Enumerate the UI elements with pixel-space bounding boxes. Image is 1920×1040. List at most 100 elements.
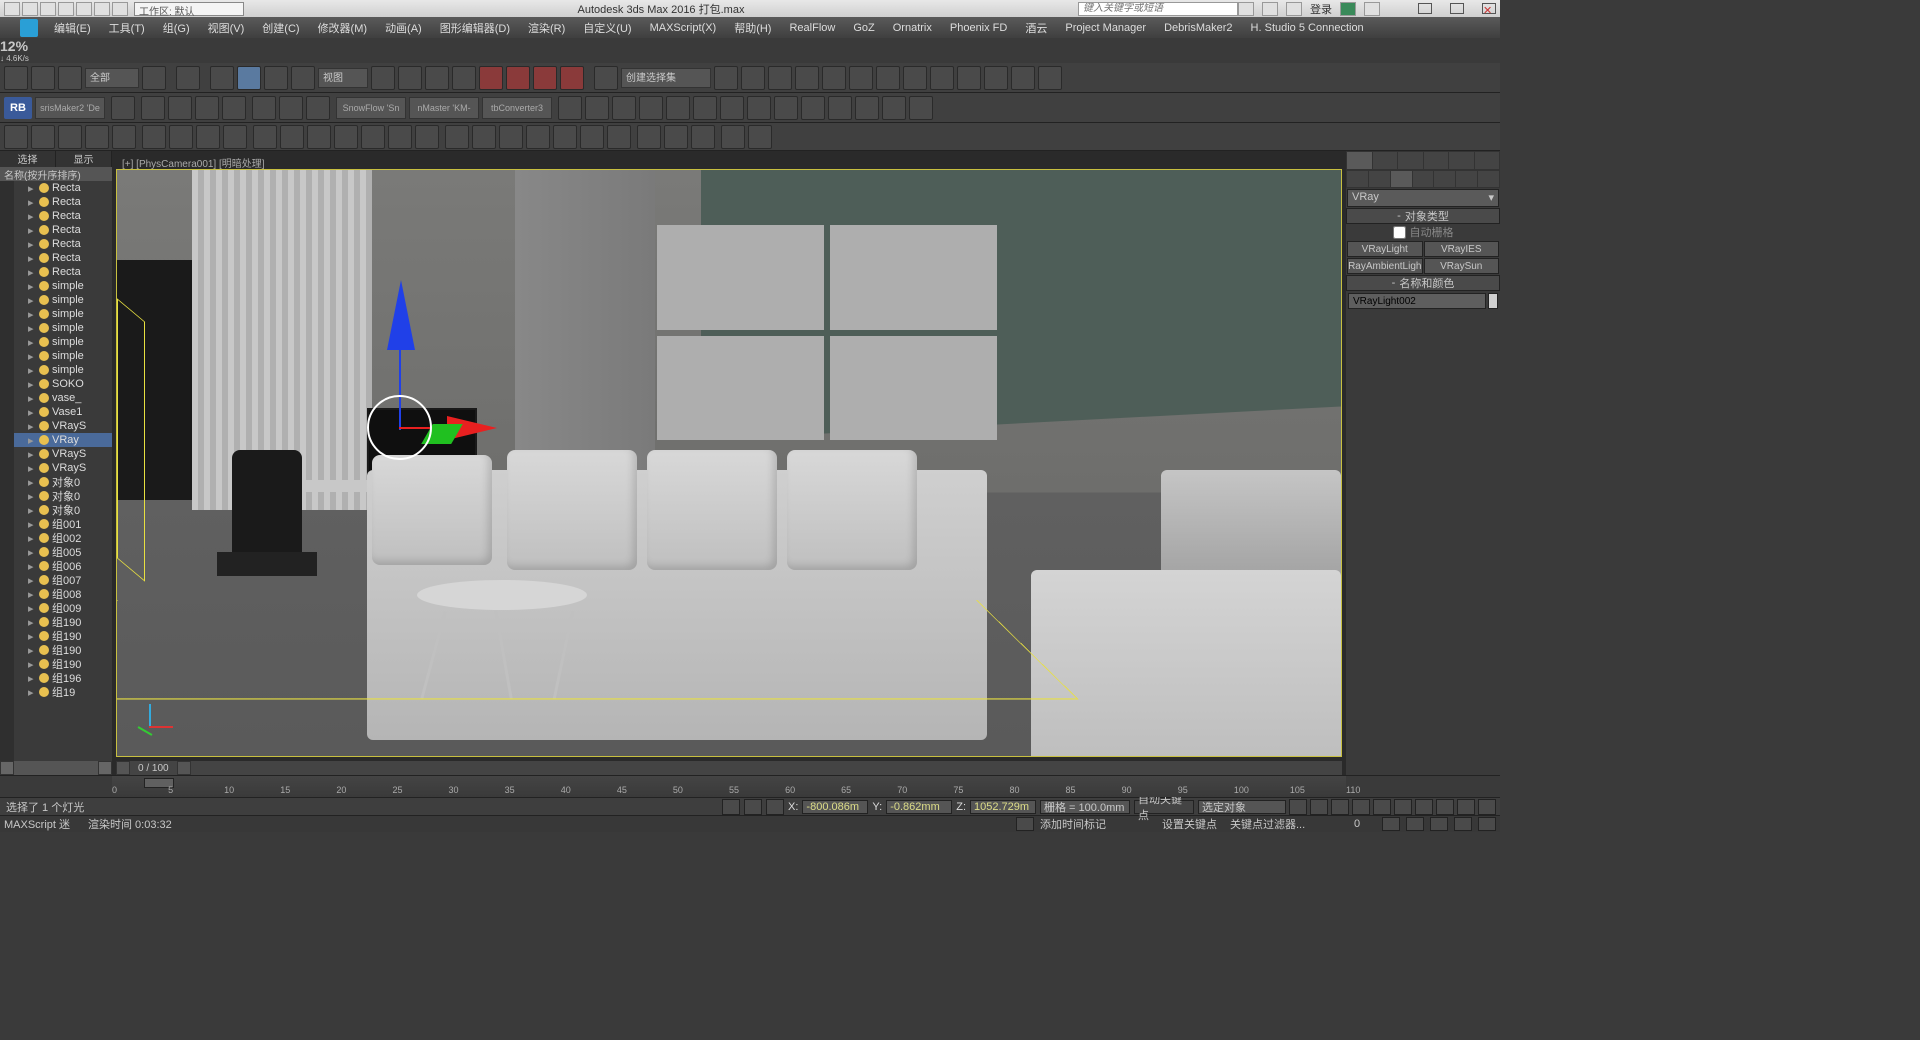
prim-g-icon[interactable] (607, 125, 631, 149)
prim-d-icon[interactable] (526, 125, 550, 149)
qat-save-icon[interactable] (40, 2, 56, 16)
arrow-icon[interactable] (720, 96, 744, 120)
tree-item[interactable]: ▸组190 (14, 629, 112, 643)
tree-item[interactable]: ▸vase_ (14, 391, 112, 405)
plugin-btn-icon[interactable] (111, 96, 135, 120)
timeline-scrollbar[interactable]: 0 / 100 (116, 761, 1342, 775)
prompt-icon[interactable] (1016, 817, 1034, 831)
minimize-icon[interactable] (1418, 3, 1432, 14)
tree-item[interactable]: ▸组005 (14, 545, 112, 559)
isolate-icon[interactable] (744, 799, 762, 815)
gear-icon[interactable] (196, 125, 220, 149)
grid-icon[interactable] (58, 125, 82, 149)
anim-end-icon[interactable] (306, 96, 330, 120)
tree-item[interactable]: ▸组002 (14, 531, 112, 545)
render-preset-icon[interactable] (1038, 66, 1062, 90)
render-region-icon[interactable] (930, 66, 954, 90)
rb-plugin-button[interactable]: RB (4, 97, 32, 119)
percent-snap-icon[interactable] (506, 66, 530, 90)
tab-display[interactable]: 显示 (56, 151, 112, 167)
plugin-label[interactable]: tbConverter3 (482, 97, 552, 119)
tree-item[interactable]: ▸simple (14, 307, 112, 321)
scroll-right-icon[interactable] (98, 761, 112, 775)
eye-icon[interactable] (882, 96, 906, 120)
redo-icon[interactable] (31, 66, 55, 90)
time-next-icon[interactable] (177, 761, 191, 775)
rect-select-icon[interactable] (210, 66, 234, 90)
tree-item[interactable]: ▸simple (14, 279, 112, 293)
tree-item[interactable]: ▸组190 (14, 657, 112, 671)
autogrid-checkbox[interactable] (1393, 226, 1406, 239)
prim-b-icon[interactable] (472, 125, 496, 149)
list-icon[interactable] (666, 96, 690, 120)
menu-realflow[interactable]: RealFlow (781, 20, 843, 36)
menu-maxscript[interactable]: MAXScript(X) (642, 20, 725, 36)
tree-item[interactable]: ▸对象0 (14, 489, 112, 503)
bulb-icon[interactable] (909, 96, 933, 120)
star-icon[interactable] (1262, 2, 1278, 16)
vraysun-button[interactable]: VRaySun (1424, 258, 1500, 274)
named-selection-dropdown[interactable]: 创建选择集 (621, 68, 711, 88)
tree-item[interactable]: ▸对象0 (14, 475, 112, 489)
prim-e-icon[interactable] (553, 125, 577, 149)
play-icon[interactable] (1331, 799, 1349, 815)
next-frame-icon[interactable] (1352, 799, 1370, 815)
menu-studio5[interactable]: H. Studio 5 Connection (1243, 20, 1372, 36)
menu-animation[interactable]: 动画(A) (377, 18, 430, 38)
zoom-all-icon[interactable] (1478, 799, 1496, 815)
current-frame-input[interactable]: 0 (1354, 818, 1376, 830)
geometry-cat-icon[interactable] (1347, 171, 1368, 187)
ring-prim-icon[interactable] (415, 125, 439, 149)
cameras-cat-icon[interactable] (1413, 171, 1434, 187)
link-icon[interactable] (58, 66, 82, 90)
render-iter-icon[interactable] (984, 66, 1008, 90)
qat-undo-icon[interactable] (58, 2, 74, 16)
key-filters-button[interactable]: 关键点过滤器... (1230, 816, 1312, 832)
qat-more-icon[interactable] (112, 2, 128, 16)
plugin-label[interactable]: nMaster 'KM- (409, 97, 479, 119)
fov-icon[interactable] (1457, 799, 1475, 815)
tree-item[interactable]: ▸Recta (14, 251, 112, 265)
hierarchy-tab-icon[interactable] (1398, 152, 1423, 169)
shapes-cat-icon[interactable] (1369, 171, 1390, 187)
menu-customize[interactable]: 自定义(U) (575, 18, 639, 38)
render-icon[interactable] (903, 66, 927, 90)
tree-item[interactable]: ▸VRay (14, 433, 112, 447)
menu-modifiers[interactable]: 修改器(M) (310, 18, 376, 38)
tree-item[interactable]: ▸Recta (14, 209, 112, 223)
particle-prim-icon[interactable] (222, 96, 246, 120)
tree-item[interactable]: ▸组190 (14, 615, 112, 629)
zoom-extents-icon[interactable] (1406, 817, 1424, 831)
gear2-icon[interactable] (223, 125, 247, 149)
qat-redo-icon[interactable] (76, 2, 92, 16)
maxscript-mini-listener[interactable]: MAXScript 迷 (4, 816, 82, 832)
login-link[interactable]: 登录 (1310, 1, 1332, 17)
menu-ornatrix[interactable]: Ornatrix (885, 20, 940, 36)
qat-link-icon[interactable] (94, 2, 110, 16)
viewport[interactable] (116, 169, 1342, 757)
close-icon[interactable]: ✕ (1482, 3, 1496, 14)
z-coord-input[interactable]: 1052.729m (970, 800, 1036, 814)
anim-play-icon[interactable] (252, 96, 276, 120)
time-prev-icon[interactable] (116, 761, 130, 775)
cloth-prim-icon[interactable] (168, 96, 192, 120)
torus-prim-icon[interactable] (307, 125, 331, 149)
info-icon[interactable] (721, 125, 745, 149)
hair-prim-icon[interactable] (195, 96, 219, 120)
play-frame-icon[interactable] (801, 96, 825, 120)
app-logo-icon[interactable] (20, 19, 38, 37)
time-config-icon[interactable] (1382, 817, 1400, 831)
selection-filter-dropdown[interactable]: 全部 (85, 68, 139, 88)
ref-coord-dropdown[interactable]: 视图 (318, 68, 368, 88)
menu-views[interactable]: 视图(V) (200, 18, 253, 38)
coord-display-icon[interactable] (766, 799, 784, 815)
capsule-prim-icon[interactable] (280, 125, 304, 149)
tree-item[interactable]: ▸组009 (14, 601, 112, 615)
x-coord-input[interactable]: -800.086m (802, 800, 868, 814)
mat-c-icon[interactable] (691, 125, 715, 149)
time-slider[interactable]: 0510152025303540455055606570758085909510… (0, 775, 1500, 797)
layer-explorer-icon[interactable] (741, 66, 765, 90)
orbit-icon[interactable] (1454, 817, 1472, 831)
undo-icon[interactable] (4, 66, 28, 90)
tree-item[interactable]: ▸simple (14, 349, 112, 363)
